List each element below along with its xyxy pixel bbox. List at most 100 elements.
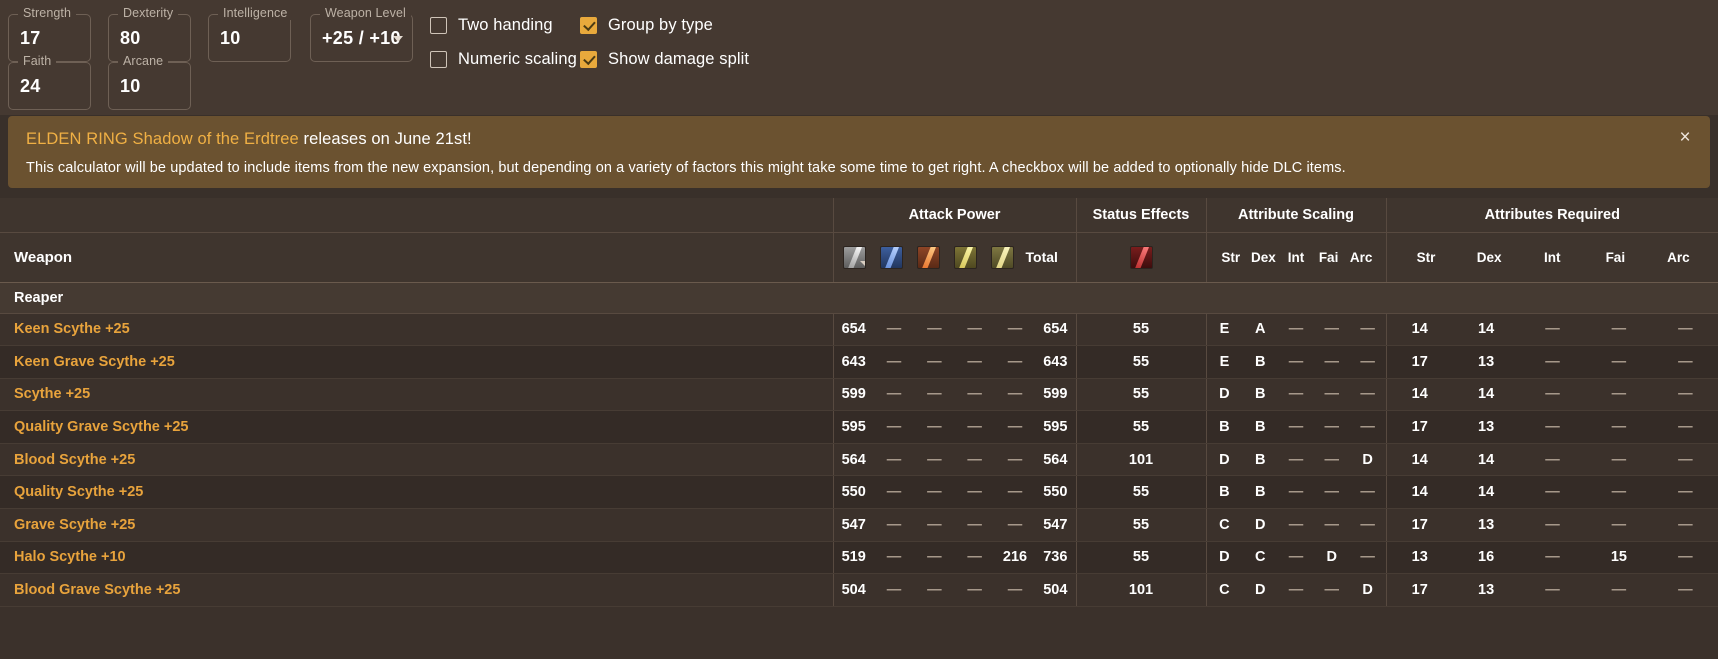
checkbox-group-by-type[interactable]: Group by type <box>580 14 749 36</box>
column-header-weapon[interactable]: Weapon <box>0 232 833 283</box>
attributes-required-cell: 17 13 — — — <box>1385 345 1718 379</box>
total-damage-value: 504 <box>1043 582 1068 599</box>
weapon-level-value: +25 / +10 <box>322 27 401 48</box>
weapon-name-cell[interactable]: Blood Grave Scythe +25 <box>0 573 833 607</box>
weapon-name-cell[interactable]: Scythe +25 <box>0 378 833 412</box>
damage-value-3: — <box>967 516 982 533</box>
chevron-down-icon[interactable] <box>393 36 403 42</box>
physical-damage-icon[interactable] <box>842 245 866 269</box>
scaling-grade-0: B <box>1219 484 1230 501</box>
weapon-level-select[interactable]: Weapon Level +25 / +10 <box>310 6 413 62</box>
required-value-3: — <box>1611 321 1627 338</box>
attack-power-cell: 519 — — — 216 736 <box>832 541 1076 575</box>
scaling-grade-4: — <box>1360 484 1375 501</box>
total-damage-value: 599 <box>1043 386 1068 403</box>
attribute-scaling-cell: E B — — — <box>1205 345 1386 379</box>
scaling-grade-1: D <box>1254 582 1266 599</box>
table-row[interactable]: Halo Scythe +10 519— — —216 736 55 D C — D —13 16—1… <box>0 541 1718 575</box>
damage-value-1: — <box>886 582 902 599</box>
two-handing-label: Two handing <box>458 15 553 34</box>
table-row[interactable]: Quality Scythe +25 550 — — — — 550 55 B B — — — 14 14 —… <box>0 475 1718 510</box>
damage-value-0: 550 <box>841 484 866 501</box>
show-damage-split-checkbox-icon[interactable] <box>580 50 597 68</box>
scaling-fai-header[interactable]: Fai <box>1312 250 1345 265</box>
scaling-grade-4: — <box>1360 386 1375 403</box>
scaling-arc-header[interactable]: Arc <box>1345 250 1378 265</box>
required-value-1: 13 <box>1478 419 1495 436</box>
weapon-table-container[interactable]: Attack Power Status Effects Attribute Sc… <box>0 198 1718 659</box>
required-value-4: — <box>1678 484 1693 501</box>
weapon-name-cell[interactable]: Keen Scythe +25 <box>0 313 833 347</box>
required-value-4: — <box>1678 419 1693 436</box>
group-by-type-checkbox-icon[interactable] <box>580 16 597 34</box>
holy-damage-icon[interactable] <box>990 245 1014 269</box>
intelligence-field[interactable]: Intelligence 10 <box>208 6 293 62</box>
damage-value-4: — <box>1007 516 1023 533</box>
column-header-total[interactable]: Total <box>1026 249 1058 265</box>
two-handing-checkbox-icon[interactable] <box>430 16 447 34</box>
checkbox-show-damage-split[interactable]: Show damage split <box>580 48 749 70</box>
weapon-name-cell[interactable]: Halo Scythe +10 <box>0 541 833 575</box>
scaling-grade-2: — <box>1288 484 1304 501</box>
sort-descending-icon[interactable] <box>859 260 865 266</box>
damage-value-2: — <box>927 321 942 338</box>
scaling-grade-3: — <box>1324 353 1340 370</box>
status-effect-cell: 55 <box>1075 475 1206 510</box>
damage-value-0: 654 <box>841 321 866 338</box>
table-row[interactable]: Grave Scythe +25 547 — — — — 547 55 C D — — — 17 13 — — — <box>0 508 1718 542</box>
checkbox-group-left: Two handing Numeric scaling <box>430 14 577 70</box>
table-row[interactable]: Scythe +25 599 — — — — 599 55 D B — — — 14 14 — — — <box>0 378 1718 412</box>
damage-value-0: 504 <box>841 582 866 599</box>
bleed-status-icon[interactable] <box>1129 245 1153 269</box>
banner-headline-highlight: ELDEN RING Shadow of the Erdtree <box>26 130 299 148</box>
checkbox-two-handing[interactable]: Two handing <box>430 14 577 36</box>
table-row[interactable]: Quality Grave Scythe +25 595 — — — — 595 55 B B — —… <box>0 410 1718 444</box>
lightning-damage-icon[interactable] <box>953 245 977 269</box>
required-str-header[interactable]: Str <box>1395 250 1458 265</box>
required-dex-header[interactable]: Dex <box>1458 250 1521 265</box>
required-value-1: 14 <box>1478 451 1495 468</box>
scaling-grade-1: B <box>1254 386 1266 403</box>
damage-value-0: 519 <box>841 549 866 566</box>
close-icon[interactable]: × <box>1674 128 1696 150</box>
total-damage-value: 736 <box>1043 549 1068 566</box>
required-value-1: 16 <box>1478 549 1495 566</box>
scaling-dex-header[interactable]: Dex <box>1247 250 1280 265</box>
required-arc-header[interactable]: Arc <box>1647 250 1710 265</box>
weapon-name-cell[interactable]: Quality Grave Scythe +25 <box>0 410 833 444</box>
table-row[interactable]: Keen Scythe +25 654 — — — — 654 55 E A — — — 14 14 — — — <box>0 313 1718 347</box>
table-sub-header-row: Weapon Total Str Dex Int Fai Arc Str Dex… <box>0 232 1718 283</box>
weapon-name-cell[interactable]: Blood Scythe +25 <box>0 443 833 477</box>
table-row[interactable]: Blood Grave Scythe +25 504 — — — — 504 101 C D — — D… <box>0 573 1718 607</box>
required-int-header[interactable]: Int <box>1521 250 1584 265</box>
scaling-int-header[interactable]: Int <box>1280 250 1313 265</box>
scaling-grade-2: — <box>1288 451 1304 468</box>
scaling-grade-4: D <box>1362 582 1373 599</box>
faith-field[interactable]: Faith 24 <box>8 54 91 110</box>
weapon-name-cell[interactable]: Grave Scythe +25 <box>0 508 833 542</box>
scaling-str-header[interactable]: Str <box>1215 250 1248 265</box>
checkbox-numeric-scaling[interactable]: Numeric scaling <box>430 48 577 70</box>
column-header-scaling-attrs: Str Dex Int Fai Arc <box>1205 232 1386 283</box>
weapon-name-cell[interactable]: Keen Grave Scythe +25 <box>0 345 833 379</box>
magic-damage-icon[interactable] <box>879 245 903 269</box>
numeric-scaling-checkbox-icon[interactable] <box>430 50 447 68</box>
table-row[interactable]: Keen Grave Scythe +25 643— — — —643 55 E B — — —17… <box>0 345 1718 379</box>
faith-label: Faith <box>18 54 57 68</box>
scaling-grade-1: A <box>1254 321 1266 338</box>
damage-value-4: — <box>1007 386 1023 403</box>
fire-damage-icon[interactable] <box>916 245 940 269</box>
table-row[interactable]: Blood Scythe +25 564 — — — — 564 101 D B — — D 14 14 — —… <box>0 443 1718 477</box>
damage-value-4: — <box>1007 484 1023 501</box>
arcane-field[interactable]: Arcane 10 <box>108 54 191 110</box>
group-header-attributes-required: Attributes Required <box>1385 198 1718 233</box>
attributes-required-cell: 13 16 — 15 — <box>1385 541 1718 575</box>
damage-value-2: — <box>927 353 942 370</box>
required-value-0: 17 <box>1411 582 1428 599</box>
required-fai-header[interactable]: Fai <box>1584 250 1647 265</box>
status-effect-cell: 55 <box>1075 541 1206 575</box>
total-damage-value: 643 <box>1043 353 1068 370</box>
required-value-2: — <box>1545 549 1560 566</box>
group-header-attribute-scaling: Attribute Scaling <box>1205 198 1386 233</box>
weapon-name-cell[interactable]: Quality Scythe +25 <box>0 475 833 510</box>
